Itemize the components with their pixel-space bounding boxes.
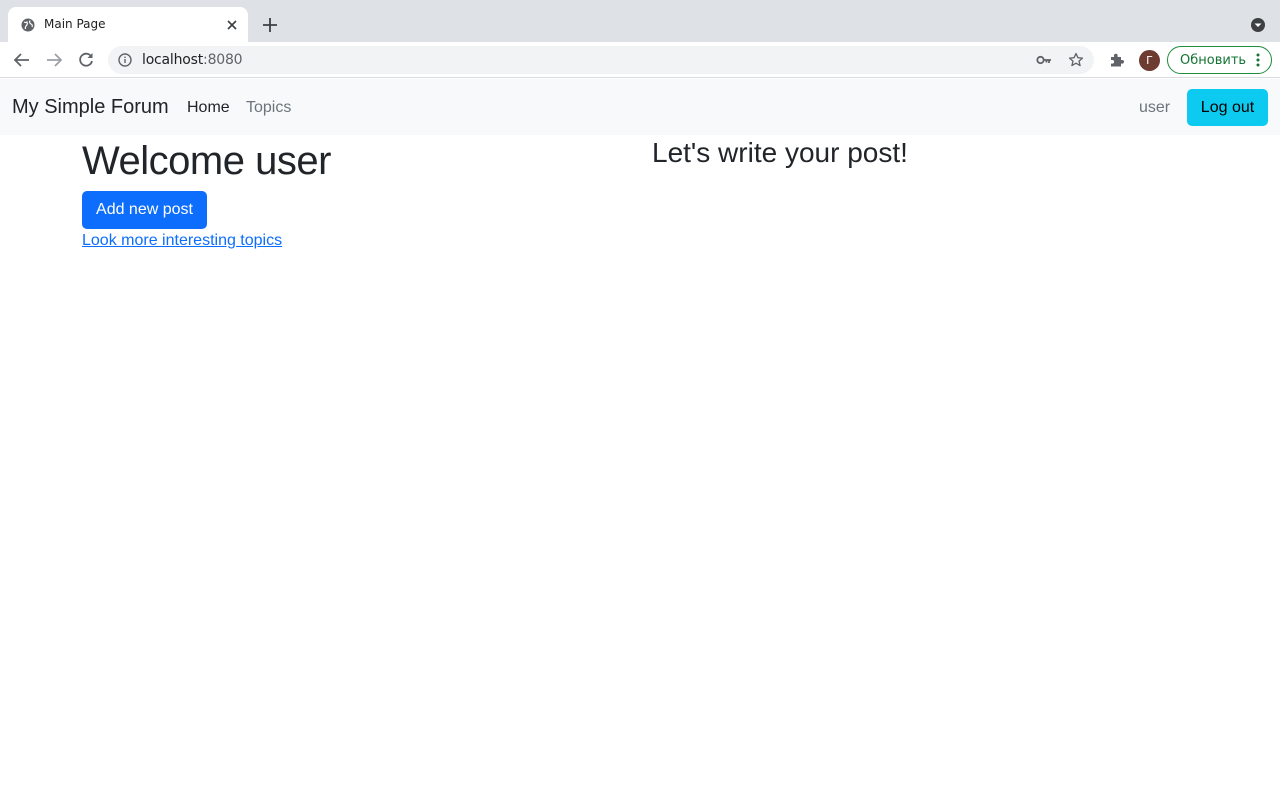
reload-icon[interactable] [76,50,96,70]
more-topics-link[interactable]: Look more interesting topics [82,232,282,250]
puzzle-icon[interactable] [1108,51,1126,69]
nav-link-home[interactable]: Home [187,99,230,117]
update-label: Обновить [1180,53,1247,68]
back-arrow-icon[interactable] [12,50,32,70]
url-host: localhost [142,52,204,68]
write-post-heading: Let's write your post! [652,137,908,168]
info-icon[interactable] [118,53,132,67]
profile-avatar[interactable]: Г [1139,50,1160,71]
browser-tabstrip: Main Page [0,0,1280,42]
browser-tab[interactable]: Main Page [8,7,248,42]
chevron-down-circle-icon[interactable] [1250,17,1266,33]
more-vert-icon [1256,53,1260,67]
add-new-post-button[interactable]: Add new post [82,191,207,229]
globe-icon [21,18,35,32]
close-icon[interactable] [224,17,240,33]
url-port: :8080 [203,52,243,68]
address-bar[interactable]: localhost:8080 [108,46,1094,74]
forward-arrow-icon[interactable] [44,50,64,70]
logout-button[interactable]: Log out [1187,89,1268,126]
current-username: user [1139,99,1171,116]
key-icon[interactable] [1036,53,1052,67]
site-navbar: My Simple Forum Home Topics user Log out [0,79,1280,135]
browser-toolbar: localhost:8080 Г Обновить [0,42,1280,78]
star-icon[interactable] [1068,52,1084,68]
nav-link-topics[interactable]: Topics [246,99,291,117]
tab-title: Main Page [44,17,106,31]
url-text: localhost:8080 [142,52,243,68]
update-button[interactable]: Обновить [1167,46,1272,74]
plus-icon[interactable] [261,16,279,34]
brand-logo[interactable]: My Simple Forum [12,96,169,119]
welcome-heading: Welcome user [82,139,331,183]
